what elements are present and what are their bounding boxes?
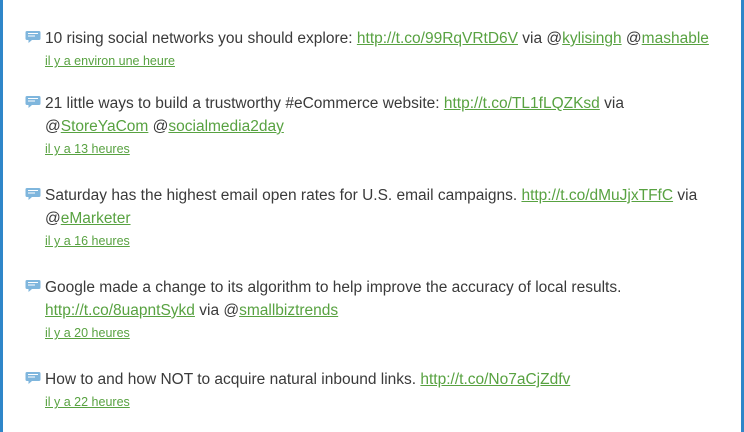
tweet-item: Google made a change to its algorithm to… bbox=[25, 276, 737, 342]
speech-bubble-icon bbox=[25, 188, 41, 200]
tweet-line-2: @StoreYaCom @socialmedia2day bbox=[45, 118, 284, 135]
tweet-text: 21 little ways to build a trustworthy #e… bbox=[25, 92, 737, 138]
tweet-text: Saturday has the highest email open rate… bbox=[25, 184, 737, 230]
tweet-timestamp[interactable]: il y a 22 heures bbox=[45, 395, 130, 409]
speech-bubble-icon bbox=[25, 31, 41, 43]
tweet-line-2: @eMarketer bbox=[45, 210, 131, 227]
tweet-link[interactable]: mashable bbox=[642, 30, 709, 47]
speech-bubble-icon bbox=[25, 372, 41, 384]
tweet-line-1: Google made a change to its algorithm to… bbox=[45, 279, 621, 296]
tweet-link[interactable]: smallbiztrends bbox=[239, 302, 338, 319]
tweet-line-1: 21 little ways to build a trustworthy #e… bbox=[45, 95, 624, 112]
tweet-timestamp[interactable]: il y a 20 heures bbox=[45, 326, 130, 340]
tweet-item: 21 little ways to build a trustworthy #e… bbox=[25, 92, 737, 158]
tweet-text-segment: How to and how NOT to acquire natural in… bbox=[45, 371, 421, 388]
tweet-line-1: Saturday has the highest email open rate… bbox=[45, 187, 697, 204]
tweet-text-segment: via @ bbox=[194, 302, 240, 319]
tweet-link[interactable]: StoreYaCom bbox=[61, 118, 149, 135]
tweet-text-segment: Google made a change to its algorithm to… bbox=[45, 279, 622, 296]
tweet-text: 10 rising social networks you should exp… bbox=[25, 27, 737, 50]
tweet-link[interactable]: http://t.co/dMuJjxTFfC bbox=[521, 187, 673, 204]
tweet-text-segment: via bbox=[599, 95, 624, 112]
tweet-feed: 10 rising social networks you should exp… bbox=[0, 0, 744, 432]
tweet-line-2: http://t.co/8uapntSykd via @smallbiztren… bbox=[45, 302, 338, 319]
tweet-text-segment: @ bbox=[148, 118, 169, 135]
tweet-link[interactable]: http://t.co/99RqVRtD6V bbox=[357, 30, 518, 47]
speech-bubble-icon bbox=[25, 96, 41, 108]
tweet-text: How to and how NOT to acquire natural in… bbox=[25, 368, 737, 391]
speech-bubble-icon bbox=[25, 280, 41, 292]
tweet-text-segment: via @ bbox=[518, 30, 563, 47]
tweet-line-1: How to and how NOT to acquire natural in… bbox=[45, 371, 570, 388]
tweet-text-segment: 21 little ways to build a trustworthy #e… bbox=[45, 95, 444, 112]
tweet-timestamp[interactable]: il y a 13 heures bbox=[45, 142, 130, 156]
tweet-text-segment: @ bbox=[621, 30, 642, 47]
tweet-link[interactable]: kylisingh bbox=[562, 30, 621, 47]
tweet-link[interactable]: http://t.co/No7aCjZdfv bbox=[420, 371, 570, 388]
tweet-item: How to and how NOT to acquire natural in… bbox=[25, 368, 737, 411]
tweet-text-segment: @ bbox=[45, 210, 61, 227]
tweet-link[interactable]: socialmedia2day bbox=[168, 118, 283, 135]
tweet-text: Google made a change to its algorithm to… bbox=[25, 276, 737, 322]
tweet-link[interactable]: eMarketer bbox=[61, 210, 131, 227]
tweet-link[interactable]: http://t.co/8uapntSykd bbox=[45, 302, 195, 319]
tweet-text-segment: Saturday has the highest email open rate… bbox=[45, 187, 522, 204]
tweet-text-segment: 10 rising social networks you should exp… bbox=[45, 30, 357, 47]
tweet-text-segment: via bbox=[673, 187, 698, 204]
tweet-link[interactable]: http://t.co/TL1fLQZKsd bbox=[444, 95, 600, 112]
tweet-line-1: 10 rising social networks you should exp… bbox=[45, 30, 709, 47]
tweet-text-segment: @ bbox=[45, 118, 61, 135]
tweet-timestamp[interactable]: il y a 16 heures bbox=[45, 234, 130, 248]
tweet-item: 10 rising social networks you should exp… bbox=[25, 27, 737, 70]
tweet-item: Saturday has the highest email open rate… bbox=[25, 184, 737, 250]
tweet-timestamp[interactable]: il y a environ une heure bbox=[45, 54, 175, 68]
